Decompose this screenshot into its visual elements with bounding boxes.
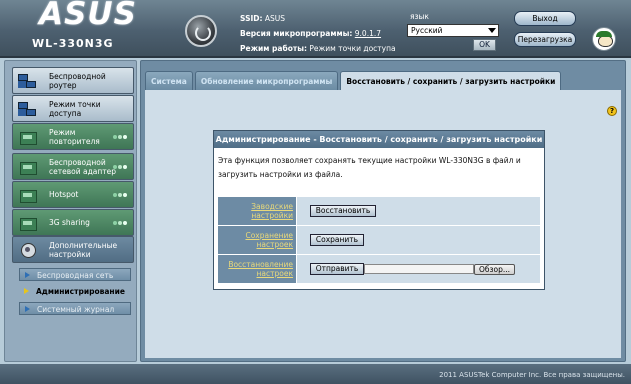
subitem-wireless[interactable]: Беспроводная сеть	[19, 268, 131, 281]
mascot-icon	[592, 27, 616, 51]
upload-button[interactable]: Отправить	[310, 263, 364, 275]
tab-system[interactable]: Система	[145, 71, 193, 91]
logout-button[interactable]: Выход	[514, 11, 576, 26]
sidebar-item-access-point[interactable]: Режим точки доступа	[12, 95, 134, 122]
tab-content: Администрирование - Восстановить / сохра…	[145, 90, 621, 358]
main-area: Система Обновление микропрограммы Восста…	[140, 60, 626, 362]
firmware-label: Версия микропрограммы:	[240, 29, 353, 38]
asus-logo[interactable]: ASUS WL-330N3G	[14, 0, 162, 54]
sidebar-item-repeater[interactable]: Режим повторителя	[12, 123, 134, 150]
sidebar-item-adapter[interactable]: Беспроводной сетевой адаптер	[12, 153, 134, 180]
settings-panel: Администрирование - Восстановить / сохра…	[213, 130, 545, 290]
mode-label: Режим работы:	[240, 44, 307, 53]
restore-settings-label[interactable]: Восстановление настроек	[218, 255, 296, 283]
sidebar-item-label: Hotspot	[49, 190, 79, 199]
factory-defaults-row: Заводские настройки Восстановить	[218, 197, 540, 225]
copyright-text: 2011 ASUSTek Computer Inc. Все права защ…	[439, 371, 625, 379]
ssid-line: SSID: ASUS	[240, 11, 396, 26]
router-device-icon	[185, 15, 217, 47]
language-ok-button[interactable]: OK	[473, 39, 496, 51]
tab-restore-save-upload[interactable]: Восстановить / сохранить / загрузить нас…	[340, 71, 562, 91]
restore-settings-row: Восстановление настроек Отправить Обзор.…	[218, 255, 540, 283]
panel-description: Эта функция позволяет сохранять текущие …	[218, 156, 521, 179]
restore-settings-cell: Отправить Обзор...	[297, 255, 540, 283]
header: ASUS WL-330N3G SSID: ASUS Версия микропр…	[0, 0, 631, 58]
mode-value: Режим точки доступа	[309, 44, 396, 53]
subitem-system-log[interactable]: Системный журнал	[19, 302, 131, 315]
factory-defaults-label[interactable]: Заводские настройки	[218, 197, 296, 225]
router-icon	[17, 72, 39, 90]
panel-title: Администрирование - Восстановить / сохра…	[214, 131, 544, 148]
subitem-administration[interactable]: Администрирование	[19, 285, 131, 298]
sidebar-item-label: 3G sharing	[49, 218, 90, 227]
save-button[interactable]: Сохранить	[310, 234, 364, 246]
status-info: SSID: ASUS Версия микропрограммы: 9.0.1.…	[240, 11, 396, 56]
save-settings-label[interactable]: Сохранение настроек	[218, 226, 296, 254]
sidebar-item-label: Режим повторителя	[49, 127, 100, 146]
save-settings-row: Сохранение настроек Сохранить	[218, 226, 540, 254]
language-select[interactable]: Русский	[407, 24, 499, 37]
repeater-icon	[17, 128, 39, 146]
adapter-icon	[17, 158, 39, 176]
sidebar-item-3g-sharing[interactable]: 3G sharing	[12, 209, 134, 236]
help-icon[interactable]: ?	[607, 106, 617, 116]
mode-line: Режим работы: Режим точки доступа	[240, 41, 396, 56]
restore-button[interactable]: Восстановить	[310, 205, 376, 217]
file-path-input[interactable]	[364, 264, 474, 274]
model-name: WL-330N3G	[32, 37, 114, 50]
sidebar-item-wireless-router[interactable]: Беспроводной роутер	[12, 67, 134, 94]
save-settings-cell: Сохранить	[297, 226, 540, 254]
sidebar-item-label: Беспроводной сетевой адаптер	[49, 157, 117, 176]
sidebar-item-label: Режим точки доступа	[49, 99, 101, 118]
sidebar-item-advanced[interactable]: Дополнительные настройки	[12, 236, 134, 263]
logo-text: ASUS	[39, 0, 137, 32]
tab-bar: Система Обновление микропрограммы Восста…	[145, 71, 563, 91]
3g-icon	[17, 214, 39, 232]
footer: 2011 ASUSTek Computer Inc. Все права защ…	[0, 364, 631, 384]
sidebar: Беспроводной роутер Режим точки доступа …	[4, 60, 137, 362]
language-label: язык	[410, 12, 429, 21]
sidebar-item-label: Дополнительные настройки	[49, 240, 118, 259]
ssid-value: ASUS	[264, 14, 286, 23]
chevron-down-icon	[487, 25, 498, 36]
browse-button[interactable]: Обзор...	[474, 264, 515, 275]
factory-defaults-cell: Восстановить	[297, 197, 540, 225]
reboot-button[interactable]: Перезагрузка	[514, 32, 576, 47]
tab-firmware-upgrade[interactable]: Обновление микропрограммы	[194, 71, 339, 91]
firmware-version-link[interactable]: 9.0.1.7	[355, 29, 381, 38]
sidebar-item-label: Беспроводной роутер	[49, 71, 106, 90]
gear-icon	[17, 241, 39, 259]
hotspot-icon	[17, 186, 39, 204]
language-selected-value: Русский	[411, 26, 443, 35]
ssid-label: SSID:	[240, 14, 263, 23]
sidebar-item-hotspot[interactable]: Hotspot	[12, 181, 134, 208]
access-point-icon	[17, 100, 39, 118]
firmware-line: Версия микропрограммы: 9.0.1.7	[240, 26, 396, 41]
